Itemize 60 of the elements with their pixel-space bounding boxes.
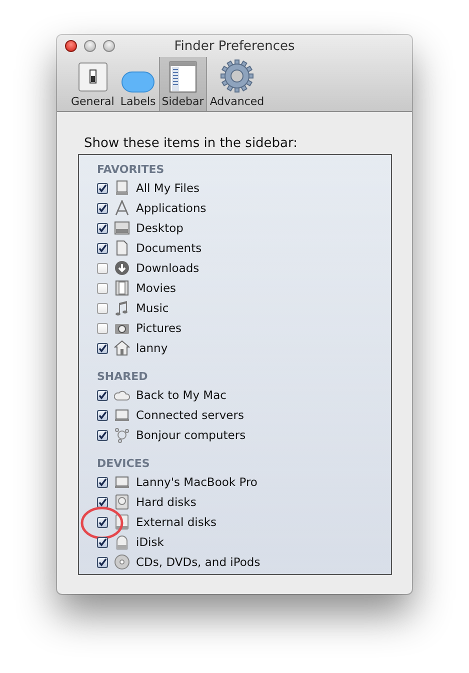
checkbox[interactable] (97, 182, 108, 194)
sidebar-icon (168, 61, 197, 93)
disc-icon (114, 554, 130, 570)
window-title: Finder Preferences (173, 38, 296, 54)
checkbox[interactable] (97, 202, 108, 214)
checkbox[interactable] (97, 556, 108, 568)
zoom-button[interactable] (103, 40, 115, 52)
item-label: lanny (136, 341, 168, 355)
toolbar-tab[interactable]: General (68, 57, 118, 111)
item-label: Movies (136, 281, 176, 295)
item-label: Pictures (136, 321, 182, 335)
item-label: CDs, DVDs, and iPods (136, 555, 260, 569)
house-icon (114, 340, 130, 356)
section-header: FAVORITES (97, 162, 166, 178)
minimize-button[interactable] (84, 40, 96, 52)
music-note-icon (114, 300, 130, 316)
item-label: Music (136, 301, 169, 315)
list-heading: Show these items in the sidebar: (84, 136, 299, 151)
item-label: Downloads (136, 261, 200, 275)
checkbox[interactable] (97, 302, 108, 314)
item-label: Bonjour computers (136, 428, 246, 442)
toolbar-tab[interactable]: Sidebar (158, 57, 207, 111)
section-header: DEVICES (97, 456, 151, 472)
item-label: External disks (136, 515, 217, 529)
network-icon (114, 427, 130, 443)
item-label: Applications (136, 201, 206, 215)
checkbox[interactable] (97, 322, 108, 334)
checkbox[interactable] (97, 410, 108, 420)
item-label: Back to My Mac (136, 388, 226, 402)
checkbox[interactable] (97, 496, 108, 508)
item-label: Connected servers (136, 408, 244, 422)
checkbox[interactable] (97, 242, 108, 254)
checkbox[interactable] (97, 262, 108, 274)
switch-icon (76, 61, 109, 93)
item-label: iDisk (136, 535, 164, 549)
checkbox[interactable] (97, 342, 108, 354)
item-label: All My Files (136, 181, 200, 195)
laptop-icon (114, 407, 130, 423)
pill-icon (121, 71, 156, 93)
item-label: Hard disks (136, 495, 196, 509)
film-icon (114, 280, 130, 296)
toolbar-tab[interactable]: Advanced (206, 57, 268, 111)
checkbox[interactable] (97, 390, 108, 400)
close-button[interactable] (65, 40, 77, 52)
desktop-icon (114, 220, 130, 236)
section-header: SHARED (97, 369, 149, 385)
toolbar-tab[interactable]: Labels (117, 57, 159, 111)
checkbox[interactable] (97, 222, 108, 234)
document-icon (114, 240, 130, 256)
checkbox[interactable] (97, 476, 108, 488)
checkbox[interactable] (97, 536, 108, 548)
item-label: Documents (136, 241, 202, 255)
download-icon (114, 260, 130, 276)
item-label: Lanny's MacBook Pro (136, 475, 258, 489)
laptop-icon (114, 474, 130, 490)
gear-icon (220, 59, 254, 93)
checkbox[interactable] (97, 430, 108, 440)
item-label: Desktop (136, 221, 184, 235)
checkbox[interactable] (97, 282, 108, 294)
checkbox[interactable] (97, 516, 108, 528)
